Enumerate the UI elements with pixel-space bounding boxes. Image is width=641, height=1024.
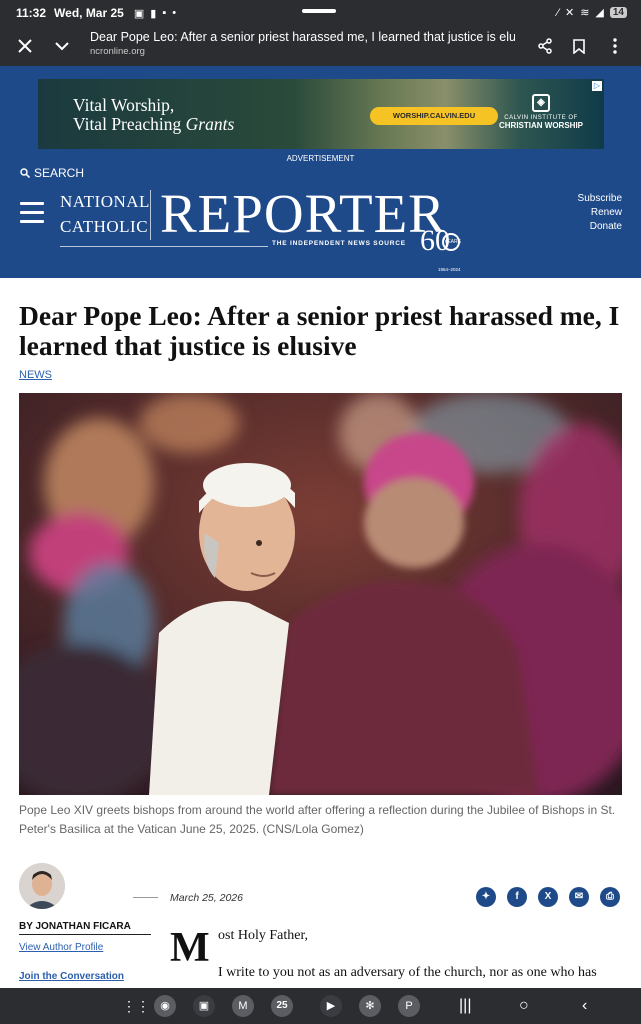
recents-icon[interactable]: ||| [459,995,471,1017]
screenshot-icon: ▣ [133,7,145,20]
more-vert-icon[interactable] [597,28,633,64]
search-label: SEARCH [34,166,85,180]
anniversary-label: YEARS [442,233,461,251]
notification-icons: ▣ ▮ ▪ • [134,7,176,20]
article-photo[interactable] [19,393,622,795]
home-icon[interactable]: ○ [519,995,529,1017]
email-icon[interactable]: ✉ [569,887,589,907]
pen-icon: ⁄ [557,6,559,19]
battery-saver-icon: ▮ [150,7,157,20]
ad-sponsor-line2: CHRISTIAN WORSHIP [499,121,583,130]
signal-icon: ◢ [595,7,604,19]
ad-cta-button[interactable]: WORSHIP.CALVIN.EDU [370,107,498,125]
ad-headline-line1: Vital Worship, [73,95,175,115]
camera-pill [302,9,336,13]
author-avatar[interactable] [19,863,65,909]
search-icon [20,168,30,178]
ad-label: ADVERTISEMENT [286,154,355,163]
share-buttons: ✦ f X ✉ ⎙ [476,887,620,907]
anniversary-badge: 60 YEARS 1964–2024 [420,226,461,273]
status-date: Wed, Mar 25 [54,6,124,20]
renew-link[interactable]: Renew [578,206,622,220]
page-info[interactable]: Dear Pope Leo: After a senior priest har… [90,30,515,57]
article-headline: Dear Pope Leo: After a senior priest har… [19,300,620,361]
system-icons: ⁄ ✕ ≋ ◢ 14 [557,6,627,19]
status-bar: 11:32 Wed, Mar 25 ▣ ▮ ▪ • ⁄ ✕ ≋ ◢ 14 [0,0,641,26]
x-icon[interactable]: X [538,887,558,907]
dot-icon: • [172,7,177,19]
system-nav-bar: ⋮⋮⋮ ◉ ▣ M 25 ▶ ✻ P ||| ○ ‹ [0,988,641,1024]
ad-headline-line2a: Vital Preaching [73,114,186,134]
drop-cap: M [170,925,210,971]
logo-national-text: NATIONAL [60,192,150,211]
status-time: 11:32 [16,6,47,20]
author-byline[interactable]: BY JONATHAN FICARA [19,921,151,935]
camera-icon[interactable]: ▣ [193,995,215,1017]
logo-reporter-text[interactable]: REPORTER [160,184,446,244]
bookmark-icon[interactable] [561,28,597,64]
chrome-icon[interactable]: ◉ [154,995,176,1017]
play-store-icon[interactable]: ▶ [320,995,342,1017]
chevron-down-icon[interactable] [44,28,80,64]
article-paragraph: I write to you not as an adversary of th… [218,965,597,980]
ad-headline: Vital Worship, Vital Preaching Grants [73,96,234,134]
menu-icon[interactable] [20,202,44,224]
mute-icon: ✕ [564,7,575,19]
logo-divider [150,190,151,240]
site-header: Vital Worship, Vital Preaching Grants WO… [0,66,641,278]
page-domain: ncronline.org [90,46,145,57]
ad-headline-line2: Vital Preaching Grants [73,115,234,134]
view-author-profile-link[interactable]: View Author Profile [19,942,103,953]
gmail-icon[interactable]: M [232,995,254,1017]
browser-toolbar: Dear Pope Leo: After a senior priest har… [0,26,641,66]
pinterest-icon[interactable]: P [398,995,420,1017]
tagline-rule [60,246,268,247]
page-title: Dear Pope Leo: After a senior priest har… [90,30,515,44]
donate-link[interactable]: Donate [578,220,622,234]
slack-icon[interactable]: ✻ [359,995,381,1017]
close-icon[interactable] [7,28,43,64]
salutation: ost Holy Father, [218,928,309,943]
subscribe-link[interactable]: Subscribe [578,192,622,206]
wifi-icon: ≋ [580,7,590,19]
print-icon[interactable]: ⎙ [600,887,620,907]
photo-caption: Pope Leo XIV greets bishops from around … [19,803,616,836]
share-icon[interactable] [527,28,563,64]
date-rule [133,897,158,898]
publish-date: March 25, 2026 [170,892,243,904]
battery-icon: 14 [609,7,627,18]
lock-icon: ▪ [162,7,167,19]
adchoices-icon[interactable]: ▷ [592,81,602,91]
logo-catholic-text: CATHOLIC [60,217,149,236]
anniversary-span: 1964–2024 [438,267,461,272]
category-link[interactable]: NEWS [19,369,52,381]
site-tagline: THE INDEPENDENT NEWS SOURCE [272,240,406,247]
join-conversation-link[interactable]: Join the Conversation [19,971,124,982]
bluesky-icon[interactable]: ✦ [476,887,496,907]
search-link[interactable]: SEARCH [20,166,84,180]
ad-sponsor-logo: ◈ CALVIN INSTITUTE OF CHRISTIAN WORSHIP [496,94,586,130]
logo-national-catholic[interactable]: NATIONAL CATHOLIC [60,189,150,239]
calvin-logo-icon: ◈ [532,94,550,112]
header-links: Subscribe Renew Donate [578,192,622,234]
calendar-icon[interactable]: 25 [271,995,293,1017]
back-icon[interactable]: ‹ [582,995,587,1017]
facebook-icon[interactable]: f [507,887,527,907]
ad-headline-line2b: Grants [185,114,235,134]
ad-banner[interactable]: Vital Worship, Vital Preaching Grants WO… [38,79,604,149]
